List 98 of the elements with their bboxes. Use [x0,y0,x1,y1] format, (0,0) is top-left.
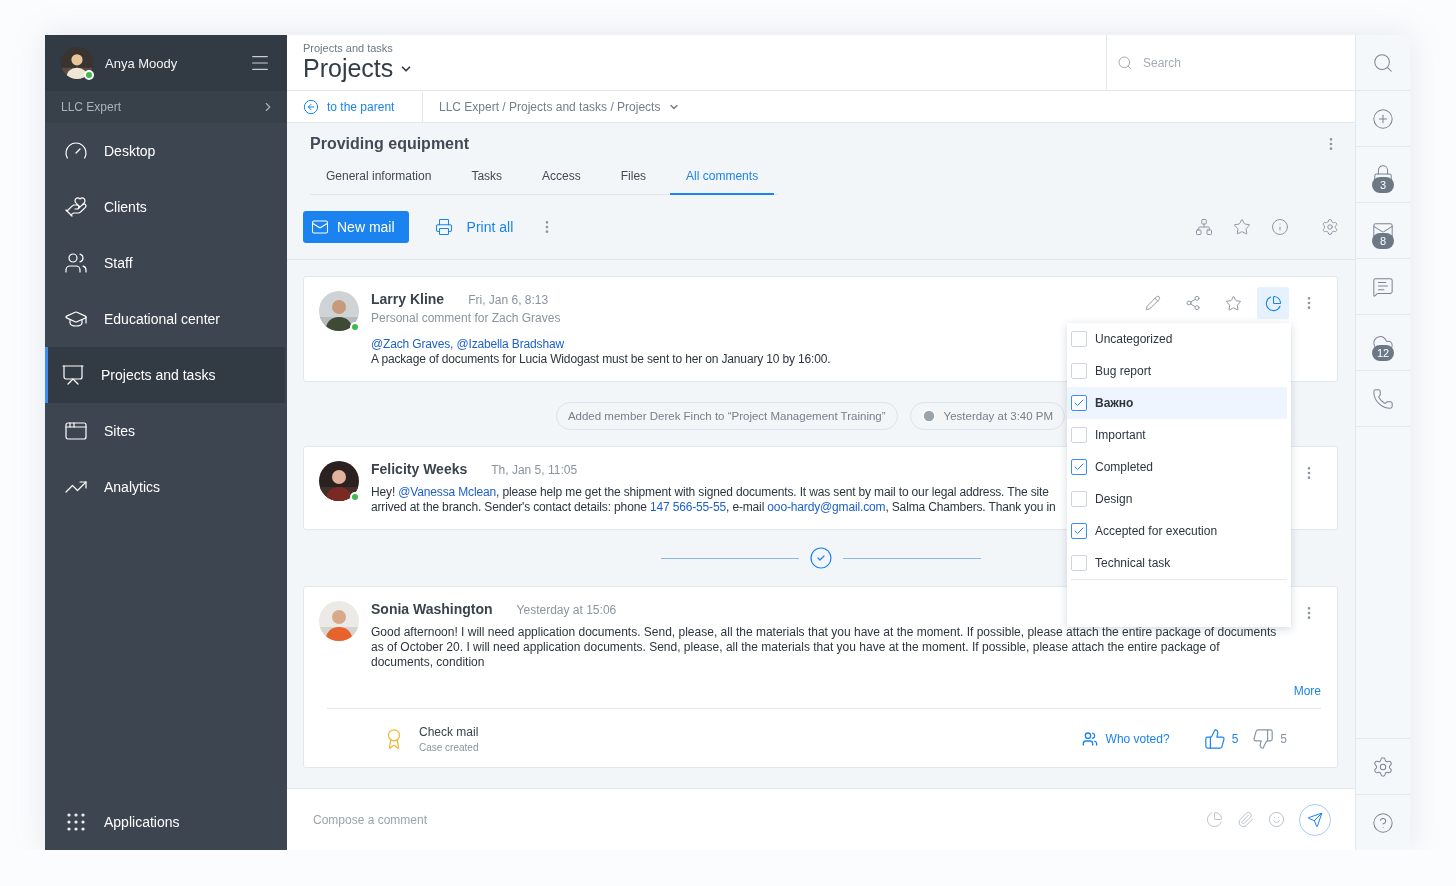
pie-chart-icon [1264,294,1282,312]
author-name: Larry Kline [371,291,445,307]
attach-icon[interactable] [1237,811,1254,828]
back-icon [303,98,319,115]
user-name: Anya Moody [105,55,179,71]
category-option[interactable]: Design [1067,483,1287,515]
nav-item[interactable]: Educational center [45,291,285,347]
settings-icon[interactable] [1321,218,1339,236]
nav-item[interactable]: Clients [45,179,285,235]
category-option[interactable]: Bug report [1067,355,1287,387]
search-field[interactable]: Search [1141,54,1345,71]
comment-time: Th, Jan 5, 11:05 [491,463,578,477]
event-message: Added member Derek Finch to “Project Management Training” [555,402,898,430]
printer-icon [434,218,453,236]
cloud-button[interactable]: 12 [1356,315,1410,371]
author-name: Sonia Washington [371,601,493,617]
count-badge: 3 [1372,177,1394,193]
pie-chart-icon[interactable] [1206,811,1223,828]
category-option[interactable]: Important [1067,419,1287,451]
people-icon [1081,731,1098,747]
star-icon [1224,294,1242,312]
link[interactable]: 147 566-55-55 [649,500,726,514]
organization-selector[interactable]: LLC Expert [45,91,287,123]
checkbox[interactable] [1071,523,1087,539]
task-title: Check mail [419,725,480,739]
nav-item[interactable]: Analytics [45,459,285,515]
share-icon [1185,295,1201,311]
applications-button[interactable]: Applications [45,794,285,850]
author-name: Felicity Weeks [371,461,468,477]
tab[interactable]: General information [310,161,448,195]
event-time: Yesterday at 3:40 PM [909,402,1066,430]
add-icon [1372,107,1394,130]
comment-text: Good afternoon! I will need application documents. Send, please, all the materials that you have at the moment. If possible, please attach the entire package of documents as of October 20. I will need application documents. Send, please, all the materials that you have at the moment. If possible, please attach the entire package of documents, condition [371,625,1278,670]
star-icon[interactable] [1233,218,1251,236]
page-title[interactable]: Projects [303,54,414,83]
mail-button[interactable]: 8 [1356,203,1410,259]
print-all-button[interactable]: Print all [428,217,520,237]
task-status: Case created [419,742,480,753]
dislike-count: 5 [1280,732,1287,746]
search-icon [1117,54,1133,71]
nav-item[interactable]: Sites [45,403,285,459]
hand-icon [64,195,88,219]
check-circle-icon [808,546,833,570]
board-icon [61,363,85,387]
comment-time: Fri, Jan 6, 8:13 [468,293,549,307]
like-button[interactable] [1203,728,1226,750]
comment-text: Hey! @Vanessa Mclean, please help me get the shipment with signed documents. It was sent by mail to our legal address. The site [371,485,1049,500]
tab[interactable]: Access [526,161,597,195]
comment-text: arrived at the branch. Sender's contact details: phone 147 566-55-55, e-mail ooo-hardy@gmail.com, Salma Chambers. Thank you in [371,500,1056,515]
thumbs-up-icon [1203,728,1226,750]
comment-subtitle: Personal comment for Zach Graves [371,311,561,325]
check-icon [1073,461,1085,473]
check-icon [1073,525,1085,537]
tab[interactable]: Tasks [455,161,519,195]
section-label: Projects and tasks [303,42,393,54]
like-count: 5 [1231,732,1239,746]
count-badge: 8 [1372,233,1394,249]
settings-icon [1372,755,1394,778]
category-option[interactable]: Accepted for execution [1067,515,1287,547]
comment-text: A package of documents for Lucia Widogast must be sent to her on January 10 by 16:00. [371,352,831,367]
people-icon [64,251,88,275]
category-option[interactable]: Completed [1067,451,1287,483]
help-icon [1372,811,1394,834]
breadcrumb-path[interactable]: LLC Expert / Projects and tasks / Projects [423,99,697,114]
tab[interactable]: Files [604,161,663,195]
pencil-icon [1145,295,1161,311]
new-mail-button[interactable]: New mail [303,211,409,243]
info-icon[interactable] [1271,218,1289,236]
mail-icon [311,218,329,236]
nav-item[interactable]: Projects and tasks [45,347,285,403]
phone-icon [1372,387,1394,410]
checkbox[interactable] [1071,395,1087,411]
browser-window-icon [64,419,88,443]
emoji-icon[interactable] [1268,811,1285,828]
link[interactable]: @Zach Graves, @Izabella Bradshaw [371,337,564,351]
send-icon [1307,811,1323,828]
category-option[interactable]: Uncategorized [1067,323,1287,355]
chat-icon [1372,275,1394,298]
more-link[interactable]: More [1293,684,1321,698]
back-link[interactable]: to the parent [287,91,423,122]
send-button[interactable] [1299,803,1331,836]
nav-item[interactable]: Desktop [45,123,285,179]
category-option[interactable]: Важно [1067,387,1287,419]
comment-time: Yesterday at 15:06 [516,603,617,617]
category-option[interactable]: Technical task [1067,547,1287,579]
thumbs-down-icon [1252,728,1275,750]
check-icon [1073,397,1085,409]
checkbox[interactable] [1071,459,1087,475]
dislike-button[interactable] [1252,728,1275,750]
record-title: Providing equipment [310,135,470,153]
lock-button[interactable]: 3 [1356,147,1410,203]
hierarchy-icon[interactable] [1195,218,1213,236]
search-icon [1372,51,1394,74]
count-badge: 12 [1372,345,1394,361]
who-voted-link[interactable]: Who voted? [1075,730,1176,748]
category-button[interactable] [1257,287,1289,319]
nav-item[interactable]: Staff [45,235,285,291]
tab[interactable]: All comments [670,161,775,195]
